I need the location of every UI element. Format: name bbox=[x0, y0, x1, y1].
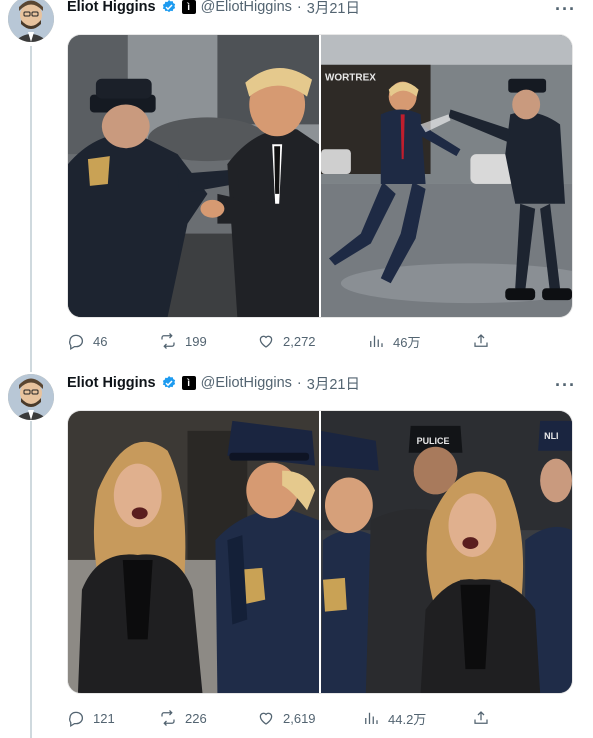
tweet-date[interactable]: 3月21日 bbox=[307, 373, 360, 394]
tweet-image[interactable]: PULICE NLI bbox=[321, 411, 572, 693]
tweet-image[interactable] bbox=[68, 411, 319, 693]
retweet-count: 199 bbox=[185, 333, 207, 349]
share-button[interactable] bbox=[472, 708, 490, 728]
tweet-actions: 121 226 2,619 44.2万 bbox=[67, 708, 490, 728]
affiliate-badge-icon[interactable]: ì bbox=[181, 0, 196, 14]
analytics-icon bbox=[365, 712, 378, 724]
tweet-media: WORTREX bbox=[67, 34, 573, 318]
avatar[interactable] bbox=[8, 374, 54, 420]
more-options-icon[interactable]: ··· bbox=[555, 0, 575, 22]
tweet[interactable]: Eliot Higgins ì @EliotHiggins · 3月21日 ··… bbox=[0, 0, 593, 368]
reply-button[interactable]: 46 bbox=[67, 331, 107, 351]
author-name[interactable]: Eliot Higgins bbox=[67, 375, 156, 391]
verified-badge-icon[interactable] bbox=[161, 0, 177, 15]
tweet-header: Eliot Higgins ì @EliotHiggins · 3月21日 bbox=[67, 0, 360, 17]
separator: · bbox=[296, 375, 302, 391]
tweet-header: Eliot Higgins ì @EliotHiggins · 3月21日 bbox=[67, 373, 360, 393]
tweet-image[interactable]: WORTREX bbox=[321, 35, 572, 317]
view-count: 46万 bbox=[393, 334, 421, 350]
storefront-sign: WORTREX bbox=[325, 73, 376, 84]
author-handle[interactable]: @EliotHiggins bbox=[201, 0, 292, 15]
retweet-button[interactable]: 226 bbox=[159, 708, 207, 728]
photo-woman-shouting bbox=[68, 411, 319, 693]
heart-icon bbox=[259, 335, 273, 348]
view-count: 44.2万 bbox=[388, 711, 427, 727]
photo-police-chase: WORTREX bbox=[321, 35, 572, 317]
author-name[interactable]: Eliot Higgins bbox=[67, 0, 156, 15]
tweet[interactable]: Eliot Higgins ì @EliotHiggins · 3月21日 ··… bbox=[0, 368, 593, 738]
share-button[interactable] bbox=[472, 331, 490, 351]
tweet-date[interactable]: 3月21日 bbox=[307, 0, 360, 18]
separator: · bbox=[296, 0, 302, 15]
like-count: 2,272 bbox=[283, 333, 316, 349]
share-icon bbox=[474, 711, 488, 724]
retweet-count: 226 bbox=[185, 710, 207, 726]
affiliate-badge-icon[interactable]: ì bbox=[181, 376, 196, 390]
retweet-icon bbox=[161, 333, 175, 349]
reply-icon bbox=[69, 711, 84, 727]
avatar[interactable] bbox=[8, 0, 54, 42]
analytics-icon bbox=[370, 335, 383, 347]
photo-woman-among-police: PULICE NLI bbox=[321, 411, 572, 693]
reply-count: 121 bbox=[93, 710, 115, 726]
like-count: 2,619 bbox=[283, 710, 316, 726]
retweet-button[interactable]: 199 bbox=[159, 331, 207, 351]
cap-text: PULICE bbox=[417, 436, 450, 446]
tweet-actions: 46 199 2,272 46万 bbox=[67, 331, 490, 351]
share-icon bbox=[474, 334, 488, 347]
tweet-image[interactable] bbox=[68, 35, 319, 317]
photo-police-confrontation bbox=[68, 35, 319, 317]
reply-count: 46 bbox=[93, 333, 108, 349]
heart-icon bbox=[259, 712, 273, 725]
more-options-icon[interactable]: ··· bbox=[555, 376, 575, 398]
views-button[interactable]: 46万 bbox=[367, 331, 420, 351]
reply-button[interactable]: 121 bbox=[67, 708, 115, 728]
cap-text: NLI bbox=[544, 431, 558, 441]
reply-icon bbox=[69, 334, 84, 350]
avatar-illustration bbox=[8, 0, 54, 42]
avatar-illustration bbox=[8, 374, 54, 420]
author-handle[interactable]: @EliotHiggins bbox=[201, 375, 292, 391]
like-button[interactable]: 2,272 bbox=[257, 331, 316, 351]
tweet-media: PULICE NLI bbox=[67, 410, 573, 694]
retweet-icon bbox=[161, 710, 175, 726]
views-button[interactable]: 44.2万 bbox=[362, 708, 426, 728]
verified-badge-icon[interactable] bbox=[161, 375, 177, 391]
like-button[interactable]: 2,619 bbox=[257, 708, 316, 728]
